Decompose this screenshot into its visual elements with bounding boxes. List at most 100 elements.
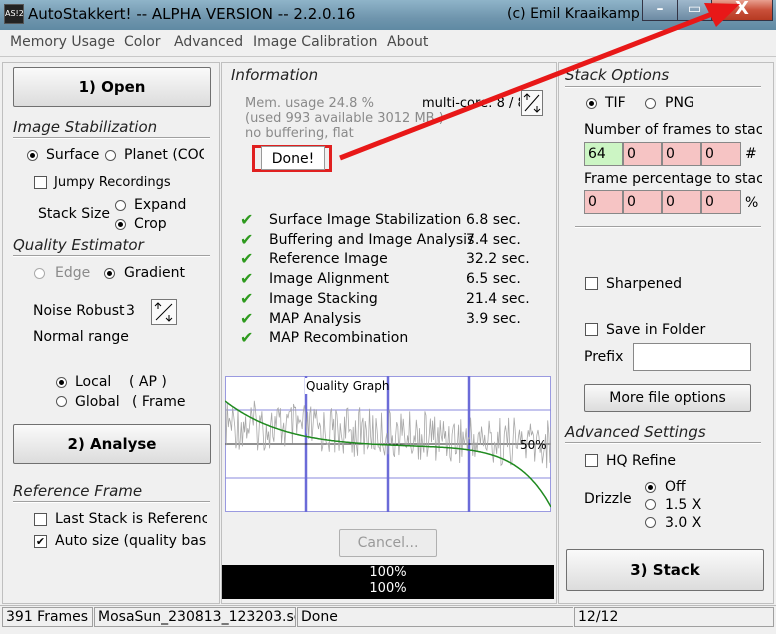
noise-robust-label: Noise Robust <box>33 303 125 319</box>
sharpened-checkbox[interactable] <box>585 277 598 290</box>
close-button[interactable]: X <box>711 0 773 21</box>
status-state: Done <box>297 607 573 627</box>
stack-button[interactable]: 3) Stack <box>566 549 764 591</box>
frames-input-1[interactable]: 64 <box>584 142 623 166</box>
open-button[interactable]: 1) Open <box>13 67 211 107</box>
analyse-button[interactable]: 2) Analyse <box>13 424 211 464</box>
window-title: AutoStakkert! -- ALPHA VERSION -- 2.2.0.… <box>28 5 356 23</box>
minimize-button[interactable]: – <box>642 0 678 21</box>
percent-input-1[interactable]: 0 <box>584 190 623 214</box>
step-row: ✔ Image Alignment 6.5 sec. <box>238 269 538 290</box>
divider <box>575 226 761 228</box>
edge-radio[interactable] <box>34 268 45 279</box>
status-count: 12/12 <box>574 607 774 627</box>
auto-size-checkbox[interactable]: ✔ <box>34 535 47 548</box>
quality-estimator-heading: Quality Estimator <box>13 236 144 254</box>
progress-text-2: 100% <box>369 581 407 596</box>
checkmark-icon: ✔ <box>240 308 254 328</box>
graph-percent-label: 50% <box>520 438 547 452</box>
tif-label: TIF <box>605 95 626 111</box>
hq-refine-label: HQ Refine <box>606 453 677 469</box>
global-paren-label: ( Frame <box>132 394 186 410</box>
divider <box>13 255 210 257</box>
checkmark-icon: ✔ <box>240 249 254 269</box>
hq-refine-checkbox[interactable] <box>585 454 598 467</box>
percent-input-2[interactable]: 0 <box>623 190 662 214</box>
frames-to-stack-label: Number of frames to stack: <box>584 122 762 138</box>
menu-about[interactable]: About <box>387 34 428 50</box>
divider <box>13 501 210 503</box>
menu-advanced[interactable]: Advanced <box>174 34 243 50</box>
percent-input-3[interactable]: 0 <box>662 190 701 214</box>
cancel-button[interactable]: Cancel... <box>339 529 437 557</box>
crop-label: Crop <box>134 216 167 232</box>
information-heading: Information <box>231 66 319 84</box>
checkmark-icon: ✔ <box>240 210 254 229</box>
drizzle-15-radio[interactable] <box>645 499 656 510</box>
menu-memory-usage[interactable]: Memory Usage <box>10 34 115 50</box>
multicore-stepper[interactable] <box>521 90 543 116</box>
stepper-arrows-icon <box>523 93 541 113</box>
menu-color[interactable]: Color <box>124 34 161 50</box>
drizzle-30-radio[interactable] <box>645 517 656 528</box>
drizzle-off-label: Off <box>665 479 686 495</box>
checkmark-icon: ✔ <box>240 269 254 289</box>
prefix-input[interactable] <box>633 343 751 371</box>
checkmark-icon: ✔ <box>240 288 254 308</box>
local-label: Local <box>75 374 112 390</box>
step-time: 7.4 sec. <box>466 231 521 248</box>
frames-input-3[interactable]: 0 <box>662 142 701 166</box>
expand-label: Expand <box>134 197 187 213</box>
step-row: ✔ Image Stacking 21.4 sec. <box>238 288 538 310</box>
advanced-settings-heading: Advanced Settings <box>565 423 706 441</box>
step-name: Buffering and Image Analysis <box>269 231 475 248</box>
global-radio[interactable] <box>56 396 67 407</box>
global-label: Global <box>75 394 120 410</box>
step-time: 6.5 sec. <box>466 271 521 288</box>
image-stabilization-heading: Image Stabilization <box>13 118 158 136</box>
frames-input-4[interactable]: 0 <box>701 142 741 166</box>
percentage-to-stack-label: Frame percentage to stack: <box>584 171 762 187</box>
expand-radio[interactable] <box>115 200 126 211</box>
step-time: 21.4 sec. <box>466 290 530 307</box>
gradient-radio[interactable] <box>104 268 115 279</box>
percent-sign-label: % <box>745 195 759 211</box>
step-time: 3.9 sec. <box>466 310 521 327</box>
step-name: Surface Image Stabilization <box>269 212 462 228</box>
frames-input-2[interactable]: 0 <box>623 142 662 166</box>
last-stack-checkbox[interactable] <box>34 513 47 526</box>
save-in-folders-checkbox[interactable] <box>585 323 598 336</box>
step-time: 32.2 sec. <box>466 251 530 268</box>
gradient-label: Gradient <box>124 265 185 281</box>
percent-input-4[interactable]: 0 <box>701 190 741 214</box>
local-radio[interactable] <box>56 377 67 388</box>
crop-radio[interactable] <box>115 219 126 230</box>
checkmark-icon: ✔ <box>240 229 254 249</box>
edge-label: Edge <box>55 265 91 281</box>
png-radio[interactable] <box>645 98 656 109</box>
step-name: Image Alignment <box>269 271 390 288</box>
status-frames: 391 Frames <box>2 607 93 627</box>
stack-size-label: Stack Size <box>38 206 110 222</box>
checkmark-icon: ✔ <box>240 328 254 348</box>
buffering-text: no buffering, flat <box>245 126 354 141</box>
tif-radio[interactable] <box>586 98 597 109</box>
app-icon[interactable]: AS!2 <box>4 4 24 24</box>
more-file-options-button[interactable]: More file options <box>584 384 751 412</box>
planet-radio[interactable] <box>105 150 116 161</box>
surface-radio[interactable] <box>27 150 38 161</box>
auto-size-label: Auto size (quality base <box>55 533 207 549</box>
frames-hash-label: # <box>745 146 757 162</box>
drizzle-off-radio[interactable] <box>645 482 656 493</box>
jumpy-recordings-checkbox[interactable] <box>34 176 47 189</box>
save-in-folders-label: Save in Folders <box>606 322 706 338</box>
step-row: ✔ Reference Image 32.2 sec. <box>238 249 538 270</box>
noise-stepper[interactable] <box>151 299 177 325</box>
memory-usage-text: Mem. usage 24.8 % <box>245 96 374 111</box>
done-status: Done! <box>261 146 325 170</box>
divider <box>565 442 761 444</box>
last-stack-label: Last Stack is Referenc <box>55 511 207 527</box>
local-paren-label: ( AP ) <box>129 374 167 390</box>
maximize-button[interactable]: ▭ <box>677 0 712 21</box>
menu-image-calibration[interactable]: Image Calibration <box>253 34 377 50</box>
